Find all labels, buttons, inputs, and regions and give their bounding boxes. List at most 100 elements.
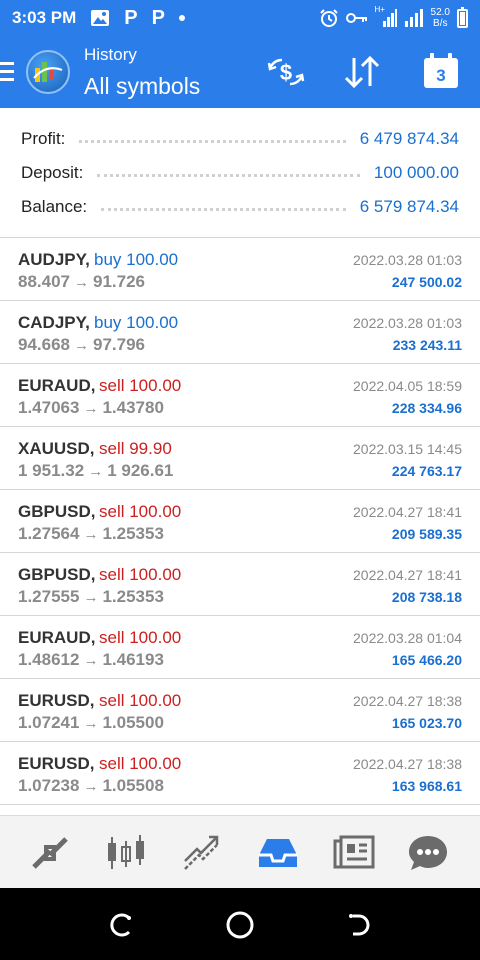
image-icon [90,9,110,27]
network-speed-unit: B/s [433,18,448,29]
svg-text:$: $ [280,60,292,85]
deal-profit: 163 968.61 [391,778,462,794]
deal-side: sell 100.00 [99,754,182,773]
profit-row: Profit: 6 479 874.34 [21,124,459,154]
signal-icon [404,9,424,27]
dotted-leader [97,173,360,177]
app-header: History All symbols $ 3 [0,36,480,108]
deal-prices: 1.47063 → 1.43780 [18,398,164,418]
deposit-value: 100 000.00 [373,163,459,182]
deal-prices: 1.48612 → 1.46193 [18,650,164,670]
arrow-right-icon: → [83,778,99,795]
currency-exchange-icon[interactable]: $ [264,52,308,92]
open-price: 94.668 [18,335,70,354]
network-type-label: H+ [374,5,385,14]
open-price: 1.48612 [18,650,80,669]
deal-profit: 165 023.70 [391,715,462,731]
profit-label: Profit: [21,129,66,148]
deal-symbol: GBPUSD, [18,565,96,584]
arrow-right-icon: → [83,400,99,417]
deal-prices: 88.407 → 91.726 [18,272,145,292]
balance-label: Balance: [21,197,88,216]
arrow-right-icon: → [74,274,89,291]
deal-symbol: XAUUSD, [18,439,95,458]
deal-row[interactable]: CADJPY, buy 100.00 94.668 → 97.796 2022.03.28… [0,301,480,364]
deal-time: 2022.04.27 18:41 [353,504,462,520]
calendar-day: 3 [436,66,446,85]
page-title[interactable]: All symbols [84,73,200,100]
deposit-label: Deposit: [21,163,84,182]
p-app-icon: P [151,7,165,29]
network-speed-value: 52.0 [430,7,450,18]
deal-time: 2022.04.27 18:38 [353,756,462,772]
deal-side: buy 100.00 [94,250,179,269]
deal-row[interactable]: EURUSD, sell 100.00 1.07238 → 1.05508 2022.04… [0,742,480,805]
deal-side: sell 100.00 [99,502,182,521]
close-price: 1.43780 [102,398,164,417]
deal-row[interactable]: AUDJPY, buy 100.00 88.407 → 91.726 2022.03.28… [0,238,480,301]
menu-icon[interactable] [0,62,16,82]
account-summary: Profit: 6 479 874.34 Deposit: 100 000.00… [0,108,480,238]
sort-icon[interactable] [342,52,382,92]
open-price: 1.07241 [18,713,80,732]
deal-time: 2022.03.28 01:04 [353,630,462,646]
alarm-icon [319,8,339,28]
deal-symbol: EURAUD, [18,376,96,395]
open-price: 1.07238 [18,776,80,795]
quotes-icon[interactable] [28,831,72,875]
deal-row[interactable]: EURAUD, sell 100.00 1.47063 → 1.43780 2022.04… [0,364,480,427]
open-price: 1.47063 [18,398,80,417]
deal-symbol: GBPUSD, [18,502,96,521]
close-price: 1.25353 [102,524,164,543]
arrow-right-icon: → [83,526,99,543]
deal-row[interactable]: XAUUSD, sell 99.90 1 951.32 → 1 926.61 2022.0… [0,427,480,490]
deal-symbol: EURUSD, [18,754,95,773]
deal-row[interactable]: EURAUD, sell 100.00 1.48612 → 1.46193 2022.03… [0,616,480,679]
open-price: 1.27564 [18,524,80,543]
deal-prices: 1.27564 → 1.25353 [18,524,164,544]
close-price: 1 926.61 [107,461,174,480]
history-icon[interactable] [256,831,300,875]
deal-row[interactable]: GBPUSD, sell 100.00 1.27564 → 1.25353 2022.04… [0,490,480,553]
deal-time: 2022.03.28 01:03 [353,315,462,331]
deal-row[interactable]: EURUSD, sell 100.00 1.07241 → 1.05500 2022.04… [0,679,480,742]
deal-row[interactable]: GBPUSD, sell 100.00 1.27555 → 1.25353 2022.04… [0,553,480,616]
trade-icon[interactable] [180,831,224,875]
news-icon[interactable] [332,831,376,875]
mt5-history-screen: 3:03 PM P P H+ 52.0 B/s History All symb… [0,0,480,960]
chart-icon[interactable] [104,831,148,875]
close-price: 1.05508 [102,776,164,795]
battery-icon [457,6,468,28]
open-price: 1 951.32 [18,461,85,480]
calendar-icon[interactable]: 3 [422,52,460,92]
status-time: 3:03 PM [12,8,77,27]
deposit-row: Deposit: 100 000.00 [21,158,459,188]
deal-prices: 94.668 → 97.796 [18,335,145,355]
deal-profit: 209 589.35 [391,526,462,542]
profit-value: 6 479 874.34 [359,129,459,148]
dotted-leader [101,207,346,211]
deal-profit: 228 334.96 [391,400,462,416]
status-bar: 3:03 PM P P H+ 52.0 B/s [0,0,480,36]
arrow-right-icon: → [83,652,99,669]
arrow-right-icon: → [83,715,99,732]
bottom-nav [0,815,480,888]
header-subtitle: History [84,45,137,64]
deal-prices: 1.07241 → 1.05500 [18,713,164,733]
deal-symbol: CADJPY, [18,313,90,332]
close-price: 1.25353 [102,587,164,606]
chat-icon[interactable] [406,831,450,875]
open-price: 1.27555 [18,587,80,606]
p-app-icon: P [124,7,138,29]
deal-prices: 1.07238 → 1.05508 [18,776,164,796]
recents-icon[interactable] [105,910,135,940]
arrow-right-icon: → [83,589,99,606]
deal-time: 2022.04.27 18:41 [353,567,462,583]
notification-dot-icon [178,15,185,21]
close-price: 91.726 [93,272,145,291]
close-price: 97.796 [93,335,145,354]
back-icon[interactable] [345,910,375,940]
network-speed: 52.0 B/s [431,7,450,29]
home-icon[interactable] [225,910,255,940]
deal-profit: 165 466.20 [391,652,462,668]
